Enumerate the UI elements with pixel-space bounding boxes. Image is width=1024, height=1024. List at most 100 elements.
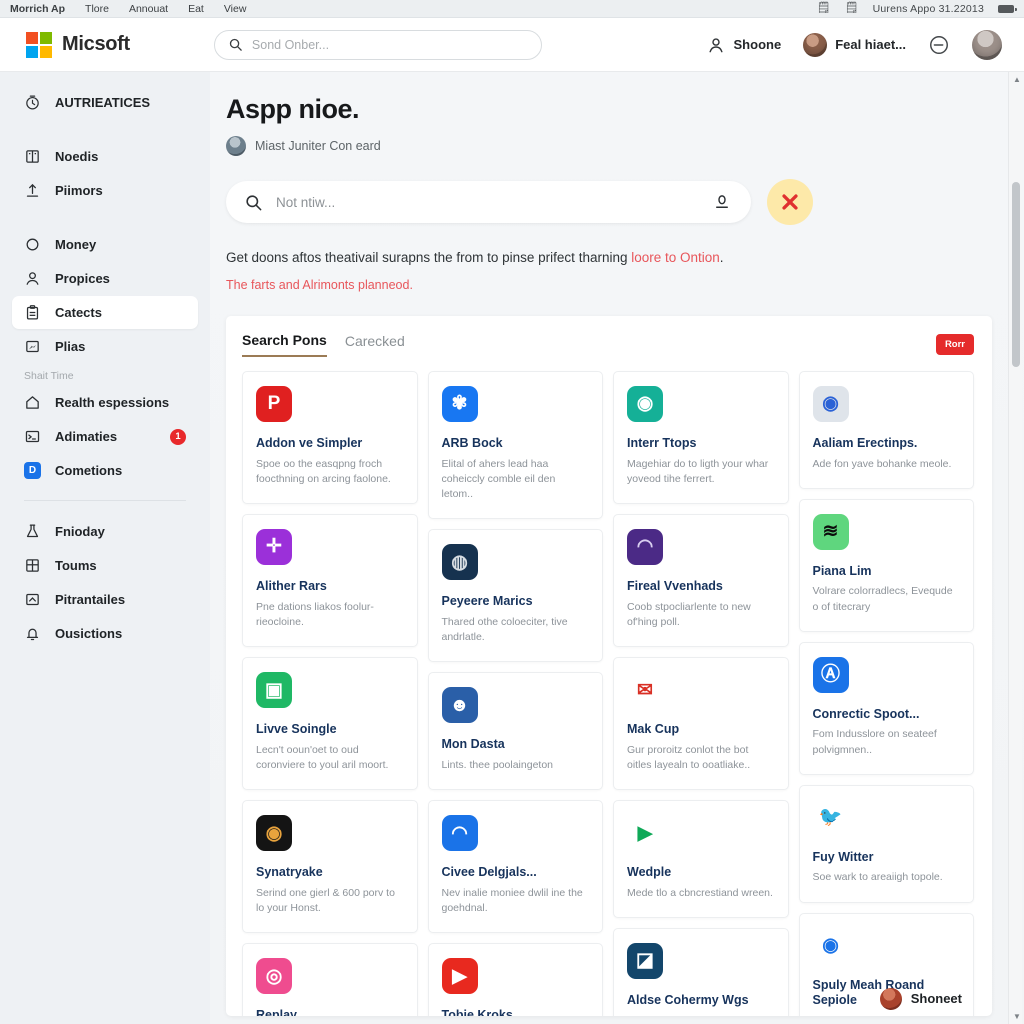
main-search-input[interactable]: [276, 194, 700, 210]
scroll-up-arrow-icon[interactable]: ▲: [1013, 75, 1021, 84]
os-menu-item-1[interactable]: Tlore: [85, 3, 109, 15]
sidebar-item-adimaties[interactable]: Adimaties 1: [12, 420, 198, 453]
app-card[interactable]: ◍ Peyeere Marics Thared othe coloeciter, t…: [427, 529, 603, 663]
icon-glyph: ◉: [636, 393, 654, 415]
app-card[interactable]: ▣ Livve Soingle Lecn't ooun'oet to oud cor…: [242, 657, 418, 791]
sidebar-item-noedis[interactable]: Noedis: [12, 140, 198, 173]
header-action-feal[interactable]: Feal hiaet...: [803, 32, 906, 57]
sidebar-item-label: Cometions: [55, 463, 123, 478]
app-card[interactable]: ◉ Interr Ttops Magehiar do to ligth your w…: [613, 370, 789, 504]
app-card[interactable]: ✛ Alither Rars Pne dations liakos foolur-r…: [242, 513, 418, 648]
sidebar-item-toums[interactable]: Toums: [12, 549, 198, 582]
gmail-icon: ✉: [627, 672, 663, 709]
notice-link[interactable]: loore to Ontion: [631, 250, 720, 265]
icon-glyph: ▶: [452, 965, 467, 987]
blue-chip-d-icon: D: [24, 462, 41, 479]
global-search[interactable]: [213, 29, 542, 60]
mic-icon[interactable]: [713, 193, 731, 211]
notice-warning: The farts and Alrimonts planneod.: [226, 277, 413, 292]
app-card[interactable]: ◠ Civee Delgjals... Nev inalie moniee dwli…: [427, 800, 603, 934]
tab-carecked[interactable]: Carecked: [345, 333, 405, 356]
icon-glyph: P: [267, 393, 281, 415]
card-title: Fireal Vvenhads: [627, 578, 723, 593]
card-title: Addon ve Simpler: [256, 435, 363, 450]
global-search-input[interactable]: [251, 37, 528, 52]
sidebar-item-plias[interactable]: Plias: [12, 330, 198, 363]
card-title: Civee Delgjals...: [441, 865, 537, 880]
sidebar-item-realth-espessions[interactable]: Realth espessions: [12, 386, 198, 419]
card-title: Interr Ttops: [627, 435, 697, 450]
os-menu-item-3[interactable]: Eat: [188, 3, 204, 15]
app-card[interactable]: ▶ Wedple Mede tlo a cbncrestiand wreen.: [613, 800, 789, 918]
scroll-down-arrow-icon[interactable]: ▼: [1013, 1012, 1021, 1021]
panel-action-button[interactable]: Rorr: [935, 333, 974, 355]
microsoft-logo-icon: [26, 31, 52, 58]
header-action-logout[interactable]: [928, 34, 950, 56]
sidebar-item-ousictions[interactable]: Ousictions: [12, 617, 198, 650]
app-card[interactable]: ◪ Aldse Cohermy Wgs Meue Etroritec cance a…: [613, 927, 789, 1016]
app-card[interactable]: ▶Tobie KroksDaclialli. The wiilil apo ma…: [427, 943, 603, 1016]
tab-search-pons[interactable]: Search Pons: [242, 332, 327, 357]
sidebar-item-propices[interactable]: Propices: [12, 262, 198, 295]
scrollbar-thumb[interactable]: [1012, 182, 1020, 367]
sidebar-item-piimors[interactable]: Piimors: [12, 174, 198, 207]
notice-body: Get doons aftos theativail surapns the f…: [226, 250, 632, 265]
card-title: Fuy Witter: [812, 849, 874, 864]
app-card[interactable]: 🐦 Fuy Witter Soe wark to areaiigh topole.: [798, 784, 974, 903]
icon-glyph: ◉: [265, 822, 283, 844]
main-search[interactable]: [226, 181, 751, 223]
panel-left-icon[interactable]: 🗒: [817, 3, 831, 14]
coin-icon: [24, 236, 41, 253]
icon-glyph: ▣: [265, 679, 283, 701]
app-card[interactable]: ≋ Piana Lim Volrare colorradlecs, Evequde …: [798, 498, 974, 632]
app-card[interactable]: Ⓐ Conrectic Spoot... Fom Indusslore on sea…: [798, 641, 974, 775]
app-store-icon: Ⓐ: [812, 656, 849, 693]
brand-name: Micsoft: [62, 33, 130, 55]
sidebar-item-label: Propices: [55, 271, 110, 286]
close-button[interactable]: [767, 179, 813, 225]
icon-glyph: ◪: [636, 950, 654, 972]
card-title: ARB Bock: [441, 435, 503, 450]
chat-float[interactable]: Shoneet: [879, 987, 962, 1010]
vertical-scrollbar[interactable]: ▲ ▼: [1008, 72, 1022, 1024]
sidebar-item-label: Realth espessions: [55, 395, 170, 410]
brand[interactable]: Micsoft: [26, 31, 130, 58]
app-card[interactable]: ◉ Synatryake Serind one gierl & 600 porv t…: [242, 800, 418, 934]
byline: Miast Juniter Con eard: [226, 136, 992, 156]
app-card[interactable]: ◎ReplayDertre inar aF aligosirts coonten…: [242, 943, 418, 1016]
app-card[interactable]: P Addon ve Simpler Spoe oo the easqpng fro…: [242, 370, 418, 504]
os-menu-item-2[interactable]: Annouat: [129, 3, 168, 15]
sidebar-item-label: Plias: [55, 339, 86, 354]
notice-tail: .: [719, 250, 724, 265]
sidebar-item-autrieatices[interactable]: AUTRIEATICES: [12, 86, 198, 119]
portrait-icon: ☻: [441, 687, 478, 724]
os-menu-item-0[interactable]: Morrich Ap: [10, 3, 65, 15]
header-profile-avatar[interactable]: [972, 29, 1002, 60]
sidebar-item-cometions[interactable]: D Cometions: [12, 454, 198, 487]
header-action-shoone[interactable]: Shoone: [706, 35, 781, 55]
card-description: Thared othe coloeciter, tive andrlatle.: [441, 615, 568, 644]
os-menu-bar: Morrich Ap Tlore Annouat Eat View 🗒 🗒 Uu…: [0, 0, 1024, 18]
app-card[interactable]: ✉ Mak Cup Gur proroitz conlot the bot oitl…: [613, 657, 789, 791]
logout-circle-icon: [930, 35, 948, 54]
sidebar-item-label: Adimaties: [55, 429, 118, 444]
os-menu-items[interactable]: Morrich Ap Tlore Annouat Eat View: [10, 3, 246, 15]
avatar: [803, 32, 828, 57]
sidebar-item-label: Pitrantailes: [55, 592, 126, 607]
app-card[interactable]: ☻ Mon Dasta Lints. thee poolaingeton: [427, 672, 603, 791]
app-card[interactable]: ◠ Fireal Vvenhads Coob stpocliarlente to n…: [613, 513, 789, 648]
card-description: Lints. thee poolaingeton: [441, 758, 554, 771]
app-card[interactable]: ◉ Aaliam Erectinps. Ade fon yave bohanke m…: [798, 370, 974, 489]
results-panel: Search Pons Carecked Rorr P Addon ve Simp…: [226, 315, 992, 1016]
profile-avatar: [972, 29, 1002, 60]
panel-right-icon[interactable]: 🗒: [845, 3, 859, 14]
user-outline-icon: [708, 37, 723, 52]
app-card[interactable]: ✾ ARB Bock Elital of ahers lead haa coheic…: [427, 370, 603, 520]
pinterest-icon: P: [256, 385, 292, 422]
os-menu-item-4[interactable]: View: [224, 3, 247, 15]
flask-icon: [24, 523, 41, 540]
sidebar-item-money[interactable]: Money: [12, 228, 198, 261]
sidebar-item-catects[interactable]: Catects: [12, 296, 198, 329]
sidebar-item-pitrantailes[interactable]: Pitrantailes: [12, 583, 198, 616]
sidebar-item-fnioday[interactable]: Fnioday: [12, 515, 198, 548]
